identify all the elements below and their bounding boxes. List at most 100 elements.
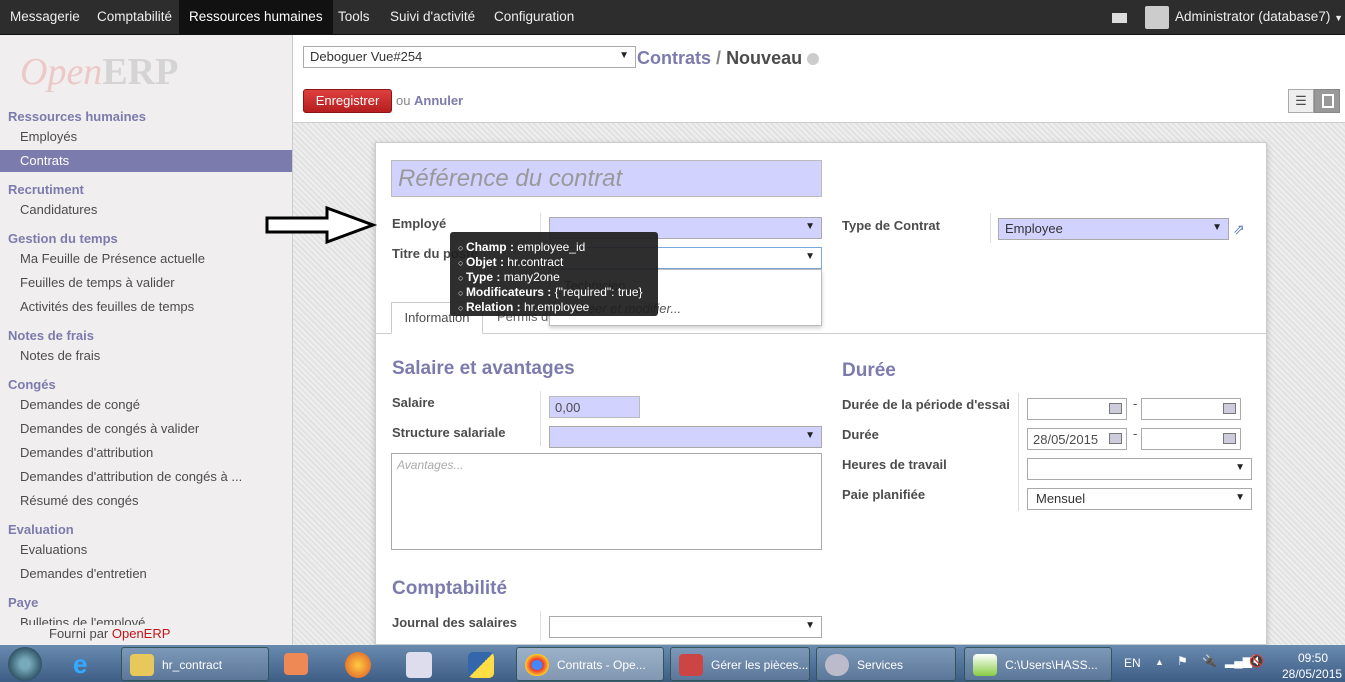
calendar-icon[interactable]: [1109, 403, 1122, 414]
folder-icon: [130, 654, 154, 676]
sidebar-section-title: Congés: [8, 377, 56, 392]
sidebar-item[interactable]: Demandes de congé: [20, 397, 140, 412]
calendar-icon[interactable]: [1223, 403, 1236, 414]
sidebar-section-title: Gestion du temps: [8, 231, 118, 246]
snipping-tool-icon[interactable]: [406, 652, 432, 678]
menu-ressources-humaines[interactable]: Ressources humaines: [179, 0, 333, 34]
language-indicator[interactable]: EN: [1124, 656, 1141, 670]
or-text: ou: [396, 93, 411, 108]
arrow-annotation: [265, 205, 377, 245]
view-header: Deboguer Vue#254 ▼ Contrats / Nouveau Enr…: [293, 35, 1345, 123]
help-icon[interactable]: [807, 53, 820, 66]
clock-time[interactable]: 09:50: [1298, 651, 1328, 665]
ie-icon[interactable]: e: [73, 651, 103, 677]
calendar-icon[interactable]: [1109, 433, 1122, 444]
sidebar-item[interactable]: Feuilles de temps à valider: [20, 275, 175, 290]
task-pieces[interactable]: Gérer les pièces...: [670, 647, 810, 681]
sidebar-item[interactable]: Bulletins de l'employé: [20, 615, 145, 625]
menu-suivi-activite[interactable]: Suivi d'activité: [380, 0, 485, 34]
task-services[interactable]: Services: [816, 647, 956, 681]
working-hours-select[interactable]: ▼: [1027, 458, 1252, 480]
duration-end-date[interactable]: [1141, 428, 1241, 450]
salary-structure-select[interactable]: ▼: [549, 426, 822, 448]
form-sheet: Référence du contrat Employé ▼ Titre du …: [375, 142, 1267, 645]
sidebar-section-title: Paye: [8, 595, 39, 610]
tray-expand-icon[interactable]: ▲: [1155, 657, 1164, 667]
task-hr-contract[interactable]: hr_contract: [121, 647, 269, 681]
duration-label: Durée: [842, 427, 879, 442]
sidebar-item[interactable]: Demandes d'attribution: [20, 445, 153, 460]
breadcrumb: Contrats / Nouveau: [637, 48, 820, 69]
python-icon[interactable]: [468, 652, 494, 678]
sidebar-item[interactable]: Notes de frais: [20, 348, 100, 363]
task-notepadpp[interactable]: C:\Users\HASS...: [964, 647, 1112, 681]
openerp-link[interactable]: OpenERP: [112, 626, 171, 641]
trial-period-label: Durée de la période d'essai: [842, 397, 1010, 412]
tooltip-line: Relation : hr.employee: [458, 300, 658, 315]
power-icon[interactable]: 🔌: [1202, 654, 1217, 668]
sidebar-item[interactable]: Activités des feuilles de temps: [20, 299, 194, 314]
top-navbar: Messagerie Comptabilité Ressources humai…: [0, 0, 1345, 35]
salary-input[interactable]: 0,00: [549, 396, 640, 418]
mail-icon[interactable]: [1112, 13, 1127, 23]
user-menu[interactable]: Administrator (database7) ▼: [1175, 0, 1343, 35]
volume-muted-icon[interactable]: 🔇: [1249, 654, 1264, 668]
duration-start-date[interactable]: 28/05/2015: [1027, 428, 1127, 450]
sidebar-section-title: Notes de frais: [8, 328, 94, 343]
powered-by: Fourni par OpenERP: [49, 626, 171, 641]
employee-label: Employé: [392, 216, 447, 231]
contract-reference-input[interactable]: Référence du contrat: [391, 160, 822, 197]
firefox-icon[interactable]: [345, 652, 371, 678]
tooltip-line: Champ : employee_id: [458, 240, 658, 255]
field-tooltip: Champ : employee_idObjet : hr.contractTy…: [450, 232, 658, 316]
gears-icon: [825, 654, 849, 676]
trial-start-date[interactable]: [1027, 398, 1127, 420]
sidebar-item[interactable]: Demandes de congés à valider: [20, 421, 199, 436]
debug-view-select[interactable]: Deboguer Vue#254 ▼: [303, 46, 636, 68]
start-button[interactable]: [8, 647, 42, 681]
network-signal-icon[interactable]: ▂▄▆: [1225, 654, 1252, 668]
sidebar-section-title: Ressources humaines: [8, 109, 147, 124]
openerp-logo[interactable]: OpenERP: [20, 50, 178, 94]
media-player-icon[interactable]: [284, 653, 308, 675]
avatar[interactable]: [1145, 6, 1169, 29]
cancel-link[interactable]: Annuler: [414, 93, 463, 108]
save-button[interactable]: Enregistrer: [303, 89, 392, 113]
user-name: Administrator (database7): [1175, 9, 1331, 24]
clock-date[interactable]: 28/05/2015: [1282, 667, 1342, 681]
menu-configuration[interactable]: Configuration: [484, 0, 584, 34]
sidebar-item[interactable]: Demandes d'entretien: [20, 566, 147, 581]
sidebar-item[interactable]: Ma Feuille de Présence actuelle: [20, 251, 205, 266]
calendar-icon[interactable]: [1223, 433, 1236, 444]
sidebar-item[interactable]: Résumé des congés: [20, 493, 139, 508]
action-center-flag-icon[interactable]: ⚑: [1177, 654, 1188, 668]
sidebar-item[interactable]: Contrats: [0, 150, 292, 172]
menu-messagerie[interactable]: Messagerie: [0, 0, 90, 34]
trial-end-date[interactable]: [1141, 398, 1241, 420]
external-link-icon[interactable]: ⇗: [1233, 221, 1245, 238]
breadcrumb-contrats[interactable]: Contrats: [637, 48, 711, 68]
sidebar-item[interactable]: Demandes d'attribution de congés à ...: [20, 469, 242, 484]
task-chrome-contrats[interactable]: Contrats - Ope...: [516, 647, 664, 681]
scheduled-pay-select[interactable]: Mensuel ▼: [1027, 488, 1252, 510]
tooltip-line: Type : many2one: [458, 270, 658, 285]
sidebar-item[interactable]: Candidatures: [20, 202, 97, 217]
salary-structure-label: Structure salariale: [392, 425, 506, 440]
accounting-section-title: Comptabilité: [392, 578, 508, 599]
scheduled-pay-label: Paie planifiée: [842, 487, 926, 502]
chrome-icon: [525, 654, 549, 676]
list-view-button[interactable]: ☰: [1288, 89, 1314, 113]
salary-label: Salaire: [392, 395, 435, 410]
sidebar-item[interactable]: Employés: [20, 129, 77, 144]
advantages-textarea[interactable]: Avantages...: [391, 453, 822, 550]
menu-comptabilite[interactable]: Comptabilité: [87, 0, 182, 34]
windows-taskbar: e hr_contract Contrats - Ope... Gérer le…: [0, 645, 1345, 682]
sidebar-item[interactable]: Evaluations: [20, 542, 87, 557]
salary-section-title: Salaire et avantages: [392, 358, 575, 379]
sidebar-section-title: Recrutiment: [8, 182, 84, 197]
menu-tools[interactable]: Tools: [328, 0, 380, 34]
tooltip-line: Modificateurs : {"required": true}: [458, 285, 658, 300]
contract-type-select[interactable]: Employee ▼: [998, 218, 1229, 240]
salary-journal-select[interactable]: ▼: [549, 616, 822, 638]
form-view-button[interactable]: [1314, 89, 1340, 113]
